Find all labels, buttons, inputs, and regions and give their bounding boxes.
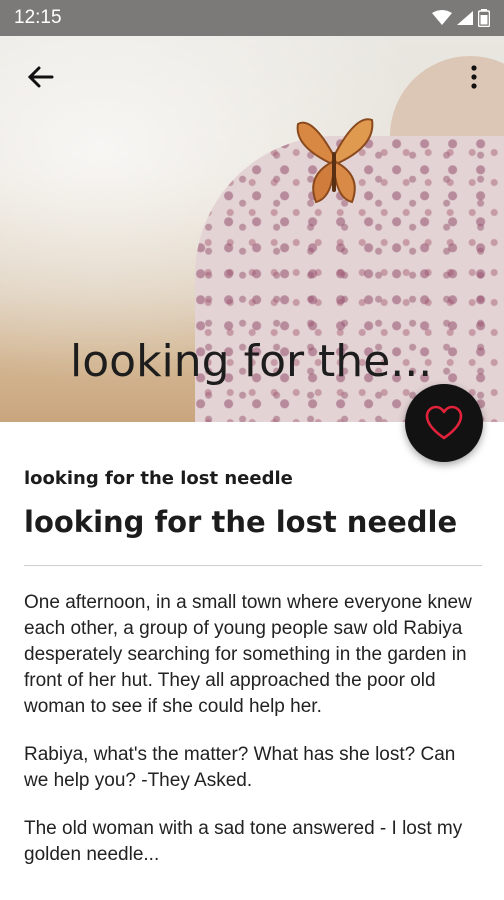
more-options-button[interactable] — [462, 60, 486, 98]
favorite-button[interactable] — [405, 384, 483, 462]
status-time: 12:15 — [14, 7, 62, 28]
article-title: looking for the lost needle — [24, 505, 458, 539]
hero-title: looking for the... — [70, 336, 433, 387]
heart-icon — [425, 405, 463, 440]
arrow-back-icon — [27, 66, 54, 88]
article-paragraph: Rabiya, what's the matter? What has she … — [24, 744, 456, 791]
battery-icon — [478, 9, 490, 27]
wifi-icon — [432, 10, 452, 25]
article-paragraph: One afternoon, in a small town where eve… — [24, 592, 472, 717]
signal-icon — [457, 11, 473, 25]
divider — [24, 565, 482, 566]
status-icons — [432, 9, 490, 27]
butterfly-icon — [296, 118, 374, 204]
more-vert-icon — [471, 65, 477, 89]
article-content: looking for the lost needle looking for … — [24, 468, 482, 890]
status-bar: 12:15 — [0, 0, 504, 36]
article-paragraph: The old woman with a sad tone answered -… — [24, 818, 463, 865]
back-button[interactable] — [24, 60, 58, 98]
article-subtitle: looking for the lost needle — [24, 468, 293, 489]
